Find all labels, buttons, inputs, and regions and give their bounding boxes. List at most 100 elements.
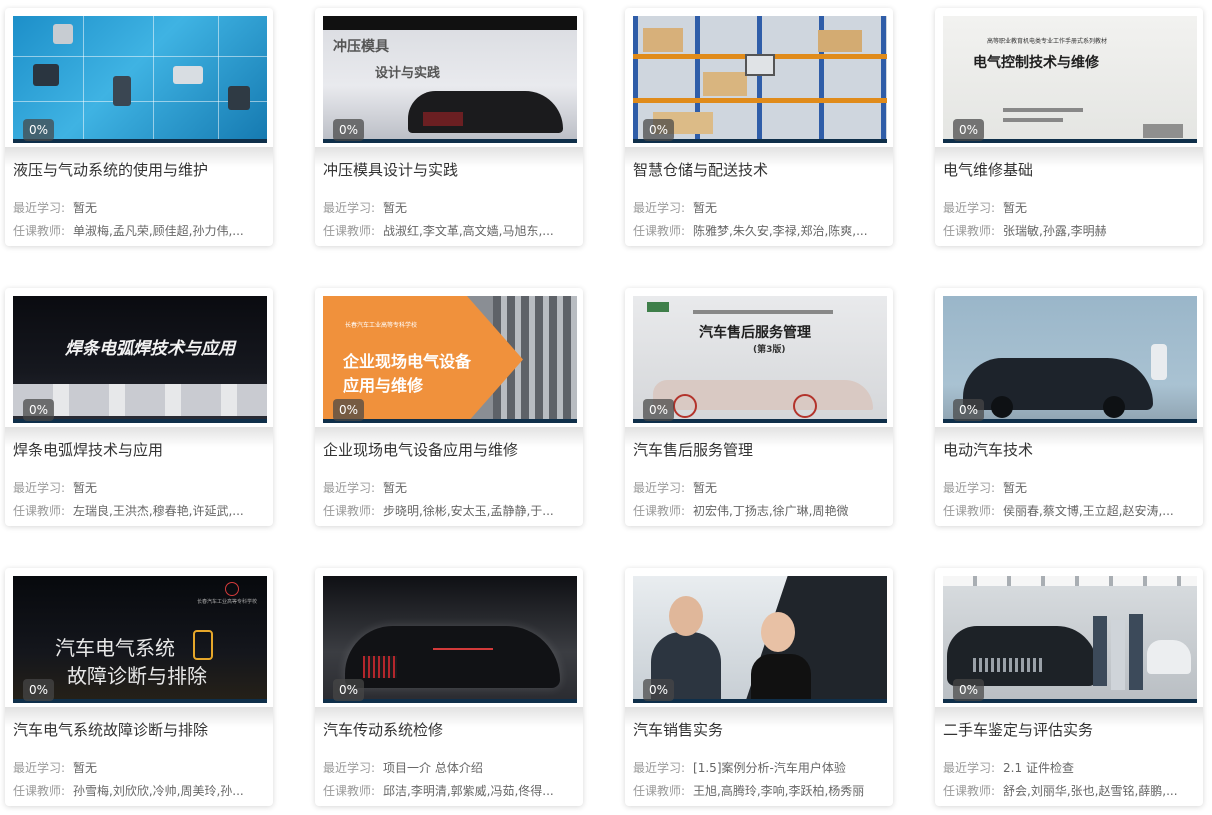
course-title[interactable]: 电气维修基础 <box>943 159 1195 180</box>
teacher-value: 王旭,高腾玲,李响,李跃柏,杨秀丽 <box>693 784 865 798</box>
recent-study-row: 最近学习: 暂无 <box>13 479 265 496</box>
course-title[interactable]: 汽车销售实务 <box>633 719 885 740</box>
progress-badge: 0% <box>23 119 55 141</box>
teacher-label: 任课教师: <box>633 504 686 518</box>
course-title[interactable]: 汽车售后服务管理 <box>633 439 885 460</box>
teacher-label: 任课教师: <box>633 224 686 238</box>
course-thumbnail: 焊条电弧焊技术与应用 0% <box>13 296 267 423</box>
teacher-label: 任课教师: <box>13 224 66 238</box>
teacher-label: 任课教师: <box>323 504 376 518</box>
recent-study-value: 暂无 <box>1003 481 1028 495</box>
teacher-row: 任课教师: 步晓明,徐彬,安太玉,孟静静,于... <box>323 502 575 519</box>
recent-study-row: 最近学习: 暂无 <box>943 199 1195 216</box>
thumbnail-text: 长春汽车工业高等专科学校 <box>197 599 258 605</box>
course-title[interactable]: 汽车传动系统检修 <box>323 719 575 740</box>
teacher-value: 战淑红,李文革,高文嫱,马旭东,... <box>383 224 554 238</box>
teacher-label: 任课教师: <box>943 504 996 518</box>
thumbnail-text: 应用与维修 <box>343 376 424 395</box>
progress-badge: 0% <box>643 119 675 141</box>
recent-study-row: 最近学习: 暂无 <box>943 479 1195 496</box>
recent-study-row: 最近学习: 暂无 <box>633 479 885 496</box>
teacher-value: 舒会,刘丽华,张也,赵雪铭,薛鹏,... <box>1003 784 1178 798</box>
recent-study-value: 暂无 <box>73 201 98 215</box>
course-thumbnail: 冲压模具 设计与实践 0% <box>323 16 577 143</box>
thumbnail-text: 设计与实践 <box>375 66 441 81</box>
teacher-value: 孙雪梅,刘欣欣,冷帅,周美玲,孙... <box>73 784 244 798</box>
course-title[interactable]: 焊条电弧焊技术与应用 <box>13 439 265 460</box>
recent-study-label: 最近学习: <box>633 481 686 495</box>
course-card[interactable]: 0% 液压与气动系统的使用与维护 最近学习: 暂无 任课教师: 单淑梅,孟凡荣,顾佳… <box>5 8 273 246</box>
course-grid: 0% 液压与气动系统的使用与维护 最近学习: 暂无 任课教师: 单淑梅,孟凡荣,顾佳… <box>0 0 1212 815</box>
course-title[interactable]: 二手车鉴定与评估实务 <box>943 719 1195 740</box>
recent-study-label: 最近学习: <box>943 761 996 775</box>
recent-study-row: 最近学习: 项目一介 总体介绍 <box>323 759 575 776</box>
thumbnail-text: 电气控制技术与维修 <box>973 55 1099 71</box>
course-card[interactable]: 冲压模具 设计与实践 0% 冲压模具设计与实践 最近学习: 暂无 任课教师: 战淑红… <box>315 8 583 246</box>
recent-study-label: 最近学习: <box>633 761 686 775</box>
progress-badge: 0% <box>23 399 55 421</box>
course-card[interactable]: 高等职业教育机电类专业工作手册式系列教材 电气控制技术与维修 0% 电气维修基础… <box>935 8 1203 246</box>
recent-study-row: 最近学习: 暂无 <box>323 199 575 216</box>
teacher-value: 步晓明,徐彬,安太玉,孟静静,于... <box>383 504 554 518</box>
recent-study-label: 最近学习: <box>13 201 66 215</box>
course-thumbnail: 0% <box>943 296 1197 423</box>
recent-study-label: 最近学习: <box>943 201 996 215</box>
recent-study-label: 最近学习: <box>943 481 996 495</box>
course-thumbnail: 0% <box>323 576 577 703</box>
course-title[interactable]: 冲压模具设计与实践 <box>323 159 575 180</box>
recent-study-row: 最近学习: 暂无 <box>323 479 575 496</box>
course-title[interactable]: 液压与气动系统的使用与维护 <box>13 159 265 180</box>
thumbnail-text: 高等职业教育机电类专业工作手册式系列教材 <box>987 38 1108 45</box>
course-card[interactable]: 0% 汽车销售实务 最近学习: [1.5]案例分析-汽车用户体验 任课教师: 王旭,… <box>625 568 893 806</box>
progress-badge: 0% <box>953 679 985 701</box>
progress-badge: 0% <box>643 399 675 421</box>
teacher-value: 侯丽春,蔡文博,王立超,赵安涛,... <box>1003 504 1174 518</box>
teacher-row: 任课教师: 战淑红,李文革,高文嫱,马旭东,... <box>323 222 575 239</box>
course-card[interactable]: 0% 电动汽车技术 最近学习: 暂无 任课教师: 侯丽春,蔡文博,王立超,赵安涛,.… <box>935 288 1203 526</box>
course-card[interactable]: 0% 汽车传动系统检修 最近学习: 项目一介 总体介绍 任课教师: 邱洁,李明清,郭… <box>315 568 583 806</box>
course-thumbnail: 高等职业教育机电类专业工作手册式系列教材 电气控制技术与维修 0% <box>943 16 1197 143</box>
progress-badge: 0% <box>333 399 365 421</box>
teacher-row: 任课教师: 左瑞良,王洪杰,穆春艳,许延武,... <box>13 502 265 519</box>
course-thumbnail: 长春汽车工业高等专科学校 汽车电气系统 故障诊断与排除 0% <box>13 576 267 703</box>
teacher-label: 任课教师: <box>323 784 376 798</box>
course-thumbnail: 0% <box>13 16 267 143</box>
thumbnail-text: 故障诊断与排除 <box>67 664 207 688</box>
recent-study-label: 最近学习: <box>323 761 376 775</box>
recent-study-row: 最近学习: 暂无 <box>13 199 265 216</box>
teacher-row: 任课教师: 张瑞敏,孙露,李明赫 <box>943 222 1195 239</box>
course-title[interactable]: 企业现场电气设备应用与维修 <box>323 439 575 460</box>
course-title[interactable]: 智慧仓储与配送技术 <box>633 159 885 180</box>
course-thumbnail: 0% <box>943 576 1197 703</box>
thumbnail-text: 长春汽车工业高等专科学校 <box>345 322 418 329</box>
thumbnail-text: 企业现场电气设备 <box>343 352 472 371</box>
recent-study-label: 最近学习: <box>323 201 376 215</box>
recent-study-value: 暂无 <box>693 201 718 215</box>
course-title[interactable]: 电动汽车技术 <box>943 439 1195 460</box>
course-card[interactable]: 汽车售后服务管理 (第3版) 0% 汽车售后服务管理 最近学习: 暂无 任课教师:… <box>625 288 893 526</box>
recent-study-row: 最近学习: 2.1 证件检查 <box>943 759 1195 776</box>
teacher-label: 任课教师: <box>943 224 996 238</box>
teacher-row: 任课教师: 陈雅梦,朱久安,李禄,郑治,陈爽,... <box>633 222 885 239</box>
teacher-label: 任课教师: <box>13 784 66 798</box>
course-card[interactable]: 0% 智慧仓储与配送技术 最近学习: 暂无 任课教师: 陈雅梦,朱久安,李禄,郑治,… <box>625 8 893 246</box>
teacher-value: 邱洁,李明清,郭紫威,冯茹,佟得... <box>383 784 554 798</box>
recent-study-value: 2.1 证件检查 <box>1003 761 1074 775</box>
course-title[interactable]: 汽车电气系统故障诊断与排除 <box>13 719 265 740</box>
course-card[interactable]: 长春汽车工业高等专科学校 企业现场电气设备 应用与维修 0% 企业现场电气设备应… <box>315 288 583 526</box>
course-card[interactable]: 长春汽车工业高等专科学校 汽车电气系统 故障诊断与排除 0% 汽车电气系统故障诊… <box>5 568 273 806</box>
thumbnail-text: (第3版) <box>753 345 786 355</box>
recent-study-value: 暂无 <box>73 761 98 775</box>
recent-study-label: 最近学习: <box>13 761 66 775</box>
teacher-row: 任课教师: 邱洁,李明清,郭紫威,冯茹,佟得... <box>323 782 575 799</box>
thumbnail-text: 汽车售后服务管理 <box>699 325 811 341</box>
course-card[interactable]: 焊条电弧焊技术与应用 0% 焊条电弧焊技术与应用 最近学习: 暂无 任课教师: 左瑞… <box>5 288 273 526</box>
recent-study-value: 项目一介 总体介绍 <box>383 761 483 775</box>
recent-study-row: 最近学习: 暂无 <box>633 199 885 216</box>
course-thumbnail: 0% <box>633 576 887 703</box>
teacher-value: 张瑞敏,孙露,李明赫 <box>1003 224 1107 238</box>
teacher-row: 任课教师: 初宏伟,丁扬志,徐广琳,周艳微 <box>633 502 885 519</box>
thumbnail-text: 焊条电弧焊技术与应用 <box>65 339 235 359</box>
course-card[interactable]: 0% 二手车鉴定与评估实务 最近学习: 2.1 证件检查 任课教师: 舒会,刘丽华,… <box>935 568 1203 806</box>
course-thumbnail: 汽车售后服务管理 (第3版) 0% <box>633 296 887 423</box>
